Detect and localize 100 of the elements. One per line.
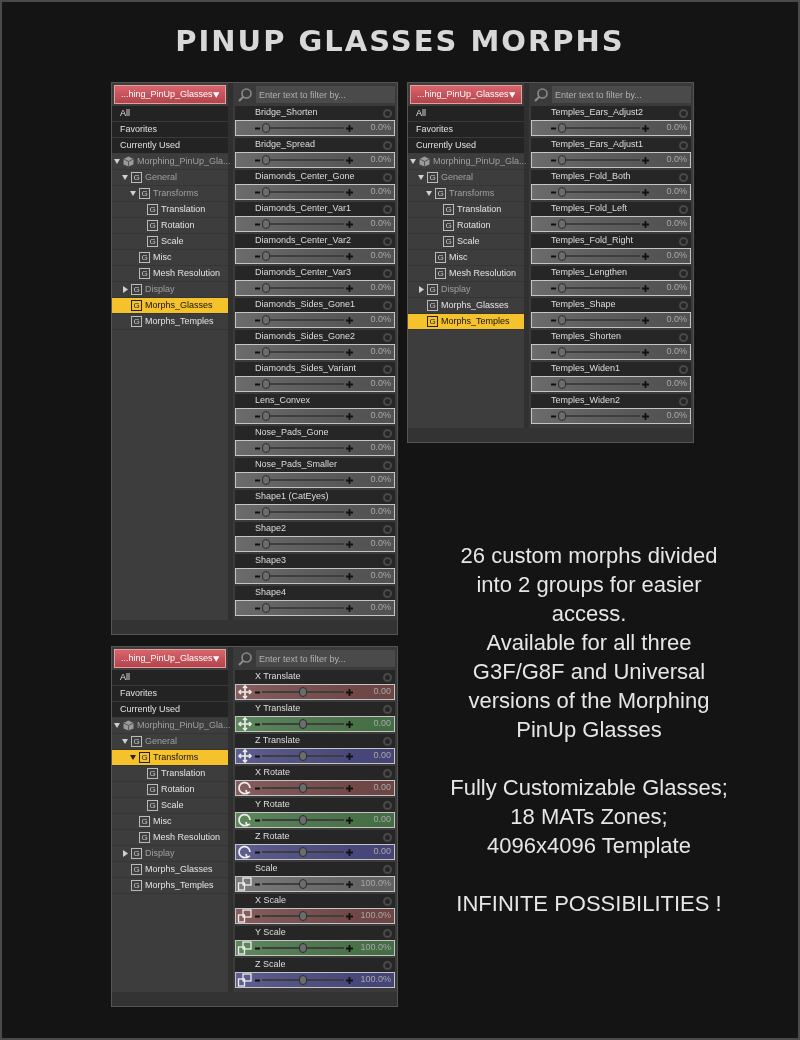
slider-field[interactable]: 0.0% bbox=[531, 280, 691, 296]
slider-thumb[interactable] bbox=[558, 347, 566, 357]
slider-thumb[interactable] bbox=[299, 751, 307, 761]
slider-field[interactable]: 0.0% bbox=[235, 184, 395, 200]
tree-category[interactable]: Favorites bbox=[112, 122, 228, 138]
slider-field[interactable]: 0.0% bbox=[531, 216, 691, 232]
tree-item[interactable]: G Translation bbox=[112, 766, 228, 782]
tree-item[interactable]: G Misc bbox=[112, 250, 228, 266]
slider-thumb[interactable] bbox=[299, 687, 307, 697]
filter-field[interactable]: Enter text to filter by... bbox=[256, 86, 395, 103]
tree-item[interactable]: G Transforms bbox=[112, 186, 228, 202]
slider-field[interactable]: 0.0% bbox=[531, 312, 691, 328]
tree-item[interactable]: G Scale bbox=[112, 798, 228, 814]
slider-field[interactable]: 0.00 bbox=[235, 844, 395, 860]
slider-field[interactable]: 0.0% bbox=[235, 568, 395, 584]
tree-item[interactable]: Morphing_PinUp_Gla... bbox=[112, 718, 228, 734]
slider-thumb[interactable] bbox=[558, 315, 566, 325]
tree-category[interactable]: All bbox=[112, 670, 228, 686]
slider-field[interactable]: 100.0% bbox=[235, 940, 395, 956]
slider-thumb[interactable] bbox=[299, 975, 307, 985]
tree-category[interactable]: Favorites bbox=[112, 686, 228, 702]
slider-field[interactable]: 100.0% bbox=[235, 908, 395, 924]
tree-item[interactable]: G Display bbox=[408, 282, 524, 298]
tree-item[interactable]: G Transforms bbox=[408, 186, 524, 202]
slider-thumb[interactable] bbox=[558, 251, 566, 261]
tree-item[interactable]: G Morphs_Temples bbox=[112, 878, 228, 894]
slider-thumb[interactable] bbox=[299, 815, 307, 825]
slider-field[interactable]: 0.0% bbox=[531, 184, 691, 200]
tree-item[interactable]: G General bbox=[112, 734, 228, 750]
slider-thumb[interactable] bbox=[558, 219, 566, 229]
slider-thumb[interactable] bbox=[262, 187, 270, 197]
slider-field[interactable]: 0.0% bbox=[531, 376, 691, 392]
slider-thumb[interactable] bbox=[558, 379, 566, 389]
slider-thumb[interactable] bbox=[262, 475, 270, 485]
slider-thumb[interactable] bbox=[299, 847, 307, 857]
tree-item[interactable]: G Morphs_Glasses bbox=[408, 298, 524, 314]
tree-item[interactable]: G General bbox=[112, 170, 228, 186]
slider-thumb[interactable] bbox=[262, 539, 270, 549]
tree-item[interactable]: G Misc bbox=[408, 250, 524, 266]
slider-thumb[interactable] bbox=[299, 879, 307, 889]
tree-category[interactable]: Currently Used bbox=[408, 138, 524, 154]
slider-thumb[interactable] bbox=[299, 911, 307, 921]
slider-thumb[interactable] bbox=[262, 283, 270, 293]
tree-category[interactable]: All bbox=[408, 106, 524, 122]
slider-field[interactable]: 0.0% bbox=[235, 120, 395, 136]
slider-thumb[interactable] bbox=[262, 315, 270, 325]
slider-thumb[interactable] bbox=[558, 123, 566, 133]
tree-item[interactable]: G Transforms bbox=[112, 750, 228, 766]
tree-item[interactable]: G Translation bbox=[408, 202, 524, 218]
tree-item[interactable]: Morphing_PinUp_Gla... bbox=[112, 154, 228, 170]
slider-thumb[interactable] bbox=[262, 251, 270, 261]
slider-field[interactable]: 0.00 bbox=[235, 780, 395, 796]
tree-item[interactable]: G Morphs_Temples bbox=[408, 314, 524, 330]
slider-field[interactable]: 100.0% bbox=[235, 972, 395, 988]
tree-item[interactable]: G Mesh Resolution bbox=[408, 266, 524, 282]
slider-thumb[interactable] bbox=[299, 719, 307, 729]
slider-field[interactable]: 0.0% bbox=[235, 600, 395, 616]
slider-field[interactable]: 0.0% bbox=[235, 280, 395, 296]
tree-category[interactable]: Currently Used bbox=[112, 138, 228, 154]
slider-thumb[interactable] bbox=[262, 571, 270, 581]
slider-thumb[interactable] bbox=[558, 283, 566, 293]
slider-thumb[interactable] bbox=[262, 155, 270, 165]
slider-thumb[interactable] bbox=[558, 187, 566, 197]
slider-thumb[interactable] bbox=[262, 379, 270, 389]
slider-field[interactable]: 0.0% bbox=[235, 408, 395, 424]
tree-item[interactable]: G Rotation bbox=[112, 218, 228, 234]
preset-dropdown[interactable]: ...hing_PinUp_Glasses bbox=[114, 85, 226, 104]
preset-dropdown[interactable]: ...hing_PinUp_Glasses bbox=[410, 85, 522, 104]
tree-item[interactable]: G General bbox=[408, 170, 524, 186]
slider-field[interactable]: 100.0% bbox=[235, 876, 395, 892]
slider-thumb[interactable] bbox=[262, 411, 270, 421]
preset-dropdown[interactable]: ...hing_PinUp_Glasses bbox=[114, 649, 226, 668]
tree-item[interactable]: G Morphs_Temples bbox=[112, 314, 228, 330]
slider-thumb[interactable] bbox=[262, 219, 270, 229]
slider-thumb[interactable] bbox=[262, 603, 270, 613]
filter-field[interactable]: Enter text to filter by... bbox=[256, 650, 395, 667]
tree-category[interactable]: All bbox=[112, 106, 228, 122]
slider-field[interactable]: 0.0% bbox=[531, 120, 691, 136]
slider-thumb[interactable] bbox=[558, 411, 566, 421]
filter-field[interactable]: Enter text to filter by... bbox=[552, 86, 691, 103]
slider-thumb[interactable] bbox=[262, 347, 270, 357]
slider-field[interactable]: 0.0% bbox=[235, 152, 395, 168]
tree-item[interactable]: G Mesh Resolution bbox=[112, 830, 228, 846]
slider-field[interactable]: 0.0% bbox=[531, 344, 691, 360]
tree-item[interactable]: G Morphs_Glasses bbox=[112, 862, 228, 878]
tree-item[interactable]: G Display bbox=[112, 282, 228, 298]
slider-field[interactable]: 0.00 bbox=[235, 684, 395, 700]
slider-field[interactable]: 0.0% bbox=[531, 248, 691, 264]
slider-field[interactable]: 0.0% bbox=[235, 344, 395, 360]
slider-field[interactable]: 0.00 bbox=[235, 812, 395, 828]
slider-field[interactable]: 0.0% bbox=[235, 536, 395, 552]
tree-category[interactable]: Currently Used bbox=[112, 702, 228, 718]
tree-item[interactable]: G Display bbox=[112, 846, 228, 862]
slider-field[interactable]: 0.0% bbox=[235, 504, 395, 520]
tree-item[interactable]: G Mesh Resolution bbox=[112, 266, 228, 282]
slider-thumb[interactable] bbox=[262, 123, 270, 133]
slider-field[interactable]: 0.00 bbox=[235, 748, 395, 764]
slider-field[interactable]: 0.00 bbox=[235, 716, 395, 732]
slider-field[interactable]: 0.0% bbox=[235, 376, 395, 392]
slider-field[interactable]: 0.0% bbox=[235, 312, 395, 328]
